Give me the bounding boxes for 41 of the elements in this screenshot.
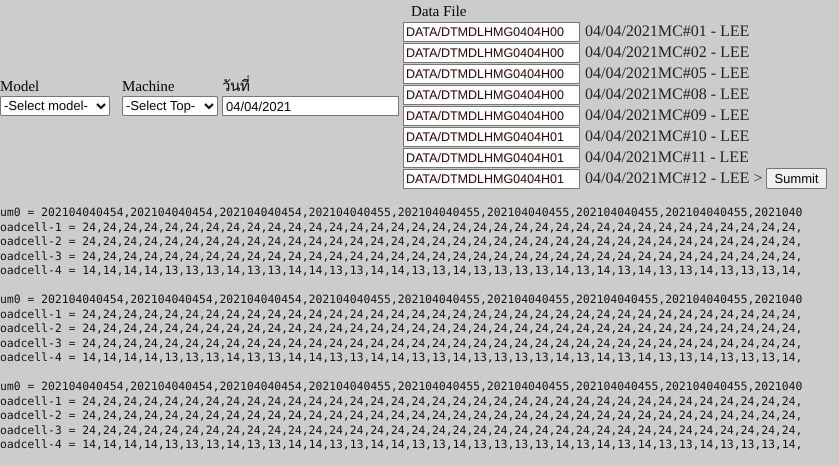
field-label: Model [0, 78, 40, 96]
file-caption: 04/04/2021MC#01 - LEE [585, 22, 750, 42]
field-label: วันที่ [222, 78, 399, 96]
data-line: um0 = 202104040454,202104040454,202104040454,202104040455,202104040455,202104040455,202104040455,202104040455,2021040 [0, 292, 804, 306]
date-input[interactable]: 04/04/2021 [222, 96, 399, 116]
chevron-down-icon [204, 102, 214, 110]
data-line: oadcell-3 = 24,24,24,24,24,24,24,24,24,24,24,24,24,24,24,24,24,24,24,24,24,24,24,24,24,24,24,24,24,24,24,24,24,24,24, [0, 336, 804, 350]
data-line: oadcell-2 = 24,24,24,24,24,24,24,24,24,24,24,24,24,24,24,24,24,24,24,24,24,24,24,24,24,24,24,24,24,24,24,24,24,24,24, [0, 321, 804, 336]
file-path-input[interactable]: DATA/DTMDLHMG0404H01 [403, 126, 580, 146]
data-line: oadcell-4 = 14,14,14,14,13,13,13,14,13,13,14,14,13,13,14,14,13,13,14,13,13,13,13,14,13,14,13,14,13,13,14,13,13,13,14, [0, 350, 804, 364]
file-path-input[interactable]: DATA/DTMDLHMG0404H00 [403, 64, 580, 84]
select-dropdown[interactable]: -Select model- [0, 96, 110, 116]
file-path-input[interactable]: DATA/DTMDLHMG0404H00 [403, 42, 580, 62]
file-caption: 04/04/2021MC#10 - LEE [585, 126, 750, 146]
field-label: Data File [410, 3, 468, 21]
data-line: oadcell-1 = 24,24,24,24,24,24,24,24,24,24,24,24,24,24,24,24,24,24,24,24,24,24,24,24,24,24,24,24,24,24,24,24,24,24,24, [0, 394, 804, 408]
data-line: oadcell-4 = 14,14,14,14,13,13,13,14,13,13,14,14,13,13,14,14,13,13,14,13,13,13,13,14,13,14,13,14,13,13,14,13,13,13,14, [0, 263, 804, 278]
file-caption: 04/04/2021MC#05 - LEE [585, 64, 750, 84]
data-line: oadcell-3 = 24,24,24,24,24,24,24,24,24,24,24,24,24,24,24,24,24,24,24,24,24,24,24,24,24,24,24,24,24,24,24,24,24,24,24, [0, 248, 804, 263]
file-caption: 04/04/2021MC#08 - LEE [585, 84, 750, 104]
data-line: um0 = 202104040454,202104040454,202104040454,202104040455,202104040455,202104040455,202104040455,202104040455,2021040 [0, 205, 804, 220]
data-line: oadcell-1 = 24,24,24,24,24,24,24,24,24,24,24,24,24,24,24,24,24,24,24,24,24,24,24,24,24,24,24,24,24,24,24,24,24,24,24, [0, 220, 804, 234]
data-line: oadcell-4 = 14,14,14,14,13,13,13,14,13,13,14,14,13,13,14,14,13,13,14,13,13,13,13,14,13,14,13,14,13,13,14,13,13,13,14, [0, 437, 804, 452]
data-line: oadcell-1 = 24,24,24,24,24,24,24,24,24,24,24,24,24,24,24,24,24,24,24,24,24,24,24,24,24,24,24,24,24,24,24,24,24,24,24, [0, 306, 804, 321]
file-caption: 04/04/2021MC#11 - LEE [585, 148, 749, 168]
file-path-input[interactable]: DATA/DTMDLHMG0404H00 [403, 84, 580, 104]
select-dropdown[interactable]: -Select Top- [122, 96, 218, 116]
file-path-input[interactable]: DATA/DTMDLHMG0404H00 [403, 106, 580, 126]
file-caption: 04/04/2021MC#12 - LEE > [585, 168, 762, 188]
submit-button[interactable]: Summit [766, 168, 827, 189]
file-caption: 04/04/2021MC#09 - LEE [585, 106, 750, 126]
data-line: oadcell-3 = 24,24,24,24,24,24,24,24,24,24,24,24,24,24,24,24,24,24,24,24,24,24,24,24,24,24,24,24,24,24,24,24,24,24,24, [0, 422, 804, 437]
chevron-down-icon [96, 102, 106, 110]
data-line: oadcell-2 = 24,24,24,24,24,24,24,24,24,24,24,24,24,24,24,24,24,24,24,24,24,24,24,24,24,24,24,24,24,24,24,24,24,24,24, [0, 408, 804, 422]
data-line: oadcell-2 = 24,24,24,24,24,24,24,24,24,24,24,24,24,24,24,24,24,24,24,24,24,24,24,24,24,24,24,24,24,24,24,24,24,24,24, [0, 234, 804, 248]
file-path-input[interactable]: DATA/DTMDLHMG0404H01 [403, 168, 580, 188]
file-path-input[interactable]: DATA/DTMDLHMG0404H01 [403, 148, 580, 168]
field-label: Machine [122, 78, 176, 96]
file-caption: 04/04/2021MC#02 - LEE [585, 42, 750, 62]
data-line: um0 = 202104040454,202104040454,202104040454,202104040455,202104040455,202104040455,202104040455,202104040455,2021040 [0, 379, 804, 394]
file-path-input[interactable]: DATA/DTMDLHMG0404H00 [403, 22, 580, 42]
